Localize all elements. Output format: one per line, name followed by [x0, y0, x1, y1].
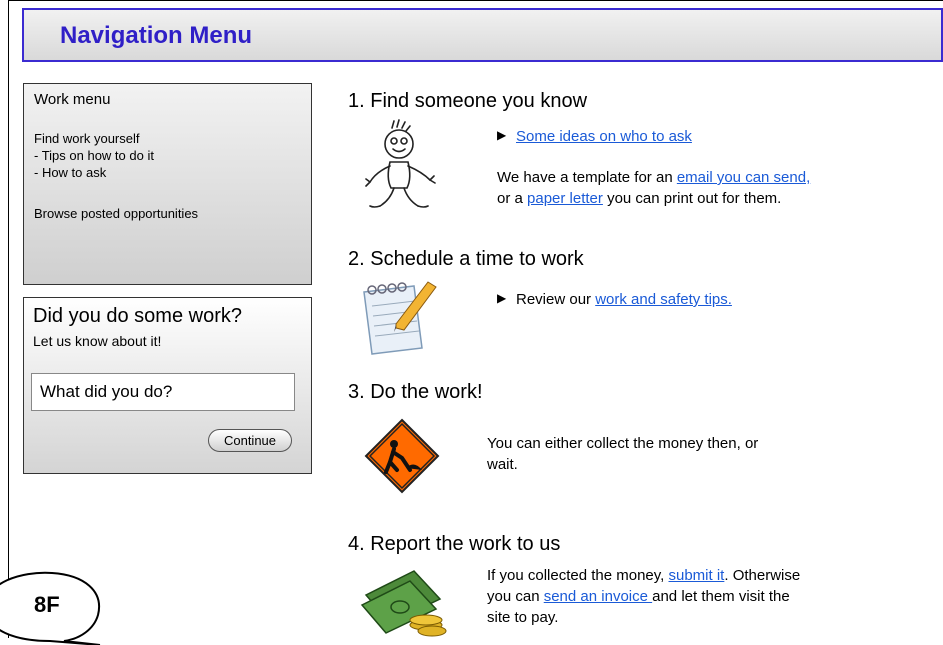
- step-1-text-c: you can print out for them.: [602, 190, 782, 207]
- step-4-text-c: you can: [487, 588, 544, 605]
- step-4-text-b: . Otherwise: [724, 567, 801, 584]
- submit-it-link[interactable]: submit it: [669, 567, 725, 584]
- how-to-ask-link[interactable]: - How to ask: [34, 165, 106, 180]
- work-menu-title: Work menu: [34, 91, 111, 108]
- step-4-title: 4. Report the work to us: [348, 533, 561, 555]
- step-2-title: 2. Schedule a time to work: [348, 248, 584, 270]
- what-did-you-do-input[interactable]: [31, 373, 295, 411]
- step-3-line-1: You can either collect the money then, o…: [487, 435, 759, 452]
- continue-button[interactable]: Continue: [208, 429, 292, 452]
- send-invoice-link[interactable]: send an invoice: [544, 588, 652, 605]
- step-1-text-b: or a: [497, 190, 528, 207]
- step-1-text-line-1: We have a template for an email you can …: [497, 167, 810, 188]
- step-4-line-2: you can send an invoice and let them vis…: [487, 586, 790, 607]
- frame-top-border: [8, 0, 943, 1]
- step-2-text: Review our work and safety tips.: [516, 289, 732, 310]
- money-icon: [360, 570, 447, 637]
- step-1-text-line-2: or a paper letter you can print out for …: [497, 188, 781, 209]
- notepad-pencil-icon: [363, 281, 437, 355]
- men-at-work-sign-icon: [364, 418, 440, 494]
- step-1-title: 1. Find someone you know: [348, 90, 588, 112]
- email-template-link[interactable]: email you can send,: [677, 169, 810, 186]
- navigation-bar: Navigation Menu: [22, 8, 943, 62]
- work-menu-panel: Work menu Find work yourself - Tips on h…: [23, 83, 312, 285]
- step-2-text-a: Review our: [516, 291, 596, 308]
- tips-how-to-do-it-link[interactable]: - Tips on how to do it: [34, 148, 154, 163]
- navigation-title[interactable]: Navigation Menu: [60, 22, 252, 50]
- work-safety-tips-link[interactable]: work and safety tips.: [595, 291, 732, 308]
- play-arrow-icon-2: ▶: [497, 291, 507, 305]
- step-4-text-a: If you collected the money,: [487, 567, 669, 584]
- step-3-title: 3. Do the work!: [348, 381, 483, 403]
- callout-badge-label: 8F: [34, 592, 60, 617]
- find-work-yourself-link[interactable]: Find work yourself: [34, 131, 139, 146]
- paper-letter-link[interactable]: paper letter: [527, 190, 603, 207]
- step-4-text-d: and let them visit the: [652, 588, 790, 605]
- step-4-line-3: site to pay.: [487, 609, 559, 626]
- play-arrow-icon: ▶: [497, 128, 507, 142]
- stick-figure-icon: [365, 119, 436, 208]
- browse-opportunities-link[interactable]: Browse posted opportunities: [34, 206, 198, 221]
- report-work-title: Did you do some work?: [33, 305, 242, 327]
- frame-left-border: [8, 0, 9, 638]
- ideas-who-to-ask-link[interactable]: Some ideas on who to ask: [516, 126, 692, 147]
- step-1-text-a: We have a template for an: [497, 169, 677, 186]
- report-work-subtitle: Let us know about it!: [33, 333, 162, 349]
- step-3-line-2: wait.: [487, 456, 518, 473]
- step-4-line-1: If you collected the money, submit it. O…: [487, 565, 800, 586]
- report-work-panel: Did you do some work? Let us know about …: [23, 297, 312, 474]
